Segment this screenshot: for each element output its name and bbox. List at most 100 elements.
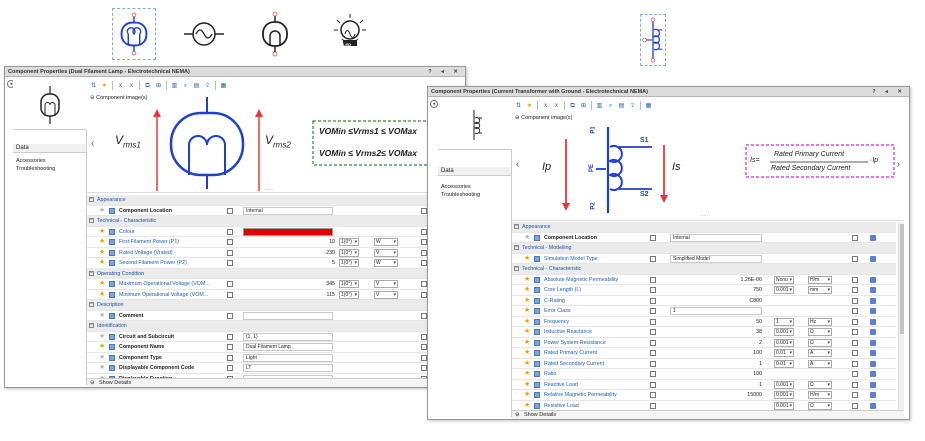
favorite-star-icon[interactable]: ★ xyxy=(524,317,530,327)
prev-image-arrow[interactable]: ‹ xyxy=(91,138,94,149)
expression-icon[interactable]: x xyxy=(116,81,125,90)
property-row[interactable]: ★ Component Name Dual Filament Lamp xyxy=(87,342,451,353)
visibility-checkbox[interactable] xyxy=(852,297,858,304)
database-icon[interactable]: ▤ xyxy=(617,101,626,110)
collapse-toggle-icon[interactable]: − xyxy=(89,323,94,328)
property-numeric-value[interactable]: 345 xyxy=(243,279,335,289)
unit-dropdown[interactable]: Hz xyxy=(808,317,832,326)
nav-data-header[interactable]: Data xyxy=(438,167,511,176)
override-checkbox[interactable] xyxy=(650,360,656,367)
multiplier-dropdown[interactable]: 1(0°) xyxy=(339,248,359,257)
override-checkbox[interactable] xyxy=(650,339,656,346)
collapse-toggle-icon[interactable]: − xyxy=(514,245,519,250)
collapse-toggle-icon[interactable]: − xyxy=(89,270,94,276)
property-extra-icon[interactable] xyxy=(870,308,876,314)
override-checkbox[interactable] xyxy=(650,234,656,241)
property-value-field[interactable]: Light xyxy=(243,353,333,362)
nav-item-accessories[interactable]: Accessories xyxy=(16,158,46,164)
property-row[interactable]: ★ Component Type Light xyxy=(87,353,451,363)
colour-swatch[interactable] xyxy=(243,227,333,236)
override-checkbox[interactable] xyxy=(227,365,233,371)
property-row[interactable]: ★ Simulation Model Type Simplified Model xyxy=(512,254,896,264)
nav-item-troubleshooting[interactable]: Troubleshooting xyxy=(441,192,480,198)
multiplier-dropdown[interactable]: 1(0°) xyxy=(339,259,359,267)
collapse-toggle-icon[interactable]: − xyxy=(89,197,94,202)
layout-icon[interactable]: ▦ xyxy=(219,81,228,90)
favorite-star-icon[interactable]: ★ xyxy=(99,237,105,247)
override-checkbox[interactable] xyxy=(650,308,656,314)
favorite-star-icon[interactable]: ★ xyxy=(99,363,105,373)
property-row[interactable]: ★ C-Rating C800 xyxy=(512,296,896,306)
chart-icon[interactable]: ▥ xyxy=(170,81,179,90)
favorite-star-icon[interactable]: ★ xyxy=(99,311,105,321)
property-numeric-value[interactable]: 15000 xyxy=(670,390,762,400)
chart-icon[interactable]: ▥ xyxy=(595,101,604,110)
search-icon[interactable]: ⌕ xyxy=(606,101,615,110)
property-row[interactable]: ★ Displayable Component Code LT xyxy=(87,363,451,374)
property-numeric-value[interactable]: 2 xyxy=(670,338,762,348)
window-titlebar[interactable]: Component Properties (Dual Filament Lamp… xyxy=(5,67,465,77)
property-value-field[interactable]: Internal xyxy=(670,233,762,242)
property-extra-icon[interactable] xyxy=(870,381,876,388)
back-button[interactable]: ◂ xyxy=(430,100,438,108)
splitter-grip[interactable]: ······ xyxy=(263,187,273,193)
unit-dropdown[interactable]: mm xyxy=(808,286,832,294)
property-value-field[interactable]: Internal xyxy=(243,206,333,215)
visibility-checkbox[interactable] xyxy=(852,371,858,377)
property-value-field[interactable]: LT xyxy=(243,364,333,372)
splitter-grip[interactable]: ······ xyxy=(700,213,710,219)
visibility-checkbox[interactable] xyxy=(852,308,858,314)
collapse-toggle-icon[interactable]: − xyxy=(89,218,94,223)
database-icon[interactable]: ▤ xyxy=(192,81,201,90)
property-row[interactable]: ★ Reactive Load 1 0.001 Ω xyxy=(512,380,896,390)
override-checkbox[interactable] xyxy=(650,297,656,304)
favorite-star-icon[interactable]: ★ xyxy=(99,206,105,216)
property-row[interactable]: ★ Colour xyxy=(87,227,451,237)
visibility-checkbox[interactable] xyxy=(852,276,858,283)
favorite-star-icon[interactable]: ★ xyxy=(525,101,534,110)
property-row[interactable]: ★ Maximum Operational Voltage (VOM... 345 1… xyxy=(87,279,451,290)
unit-dropdown[interactable]: A xyxy=(808,359,832,368)
property-numeric-value[interactable]: 38 xyxy=(670,327,762,337)
override-checkbox[interactable] xyxy=(650,255,656,262)
multiplier-dropdown[interactable]: 0.001 xyxy=(774,328,794,336)
multiplier-dropdown[interactable]: 0.001 xyxy=(774,380,794,389)
property-row[interactable]: ★ Resistive Load 0.001 Ω xyxy=(512,401,896,411)
property-extra-icon[interactable] xyxy=(870,276,876,283)
property-row[interactable]: ★ Relative Magnetic Permeability 15000 0.00… xyxy=(512,390,896,401)
property-value-field[interactable] xyxy=(243,311,333,320)
override-checkbox[interactable] xyxy=(227,249,233,256)
property-value-field[interactable]: Dual Filament Lamp xyxy=(243,343,333,351)
led-lamp-symbol[interactable]: LED xyxy=(328,8,372,60)
property-row[interactable]: ★ Comment xyxy=(87,311,451,321)
property-numeric-value[interactable]: 100 xyxy=(670,369,762,379)
unit-dropdown[interactable]: Ω xyxy=(808,401,832,410)
override-checkbox[interactable] xyxy=(227,291,233,298)
unit-dropdown[interactable]: W xyxy=(374,259,398,267)
property-extra-icon[interactable] xyxy=(870,402,876,409)
unit-dropdown[interactable]: Ω xyxy=(808,328,832,336)
layout-icon[interactable]: ▦ xyxy=(644,101,653,110)
property-numeric-value[interactable]: 1.26E-06 xyxy=(670,275,763,285)
property-numeric-value[interactable]: 1 xyxy=(670,380,762,390)
favorite-star-icon[interactable]: ★ xyxy=(524,275,530,285)
expression-edit-icon[interactable]: x xyxy=(552,101,561,110)
favorite-star-icon[interactable]: ★ xyxy=(524,306,530,316)
expression-edit-icon[interactable]: x xyxy=(127,81,136,90)
property-numeric-value[interactable]: 100 xyxy=(670,348,762,358)
multiplier-dropdown[interactable]: 0.001 xyxy=(774,286,794,294)
show-details-link[interactable]: Show Details xyxy=(99,380,131,386)
property-extra-icon[interactable] xyxy=(870,234,876,241)
favorite-star-icon[interactable]: ★ xyxy=(524,348,530,358)
collapse-toggle-icon[interactable]: − xyxy=(514,224,519,229)
override-checkbox[interactable] xyxy=(227,312,233,319)
expression-icon[interactable]: x xyxy=(541,101,550,110)
multiplier-dropdown[interactable]: 1(0°) xyxy=(339,238,359,246)
sort-icon[interactable]: ⇅ xyxy=(514,101,523,110)
favorite-star-icon[interactable]: ★ xyxy=(99,290,105,300)
window-titlebar[interactable]: Component Properties (Current Transforme… xyxy=(428,87,909,97)
override-checkbox[interactable] xyxy=(227,281,233,287)
favorite-star-icon[interactable]: ★ xyxy=(99,258,105,268)
property-numeric-value[interactable]: 1 xyxy=(670,359,762,369)
expand-icon[interactable]: ⊖ xyxy=(90,379,95,388)
